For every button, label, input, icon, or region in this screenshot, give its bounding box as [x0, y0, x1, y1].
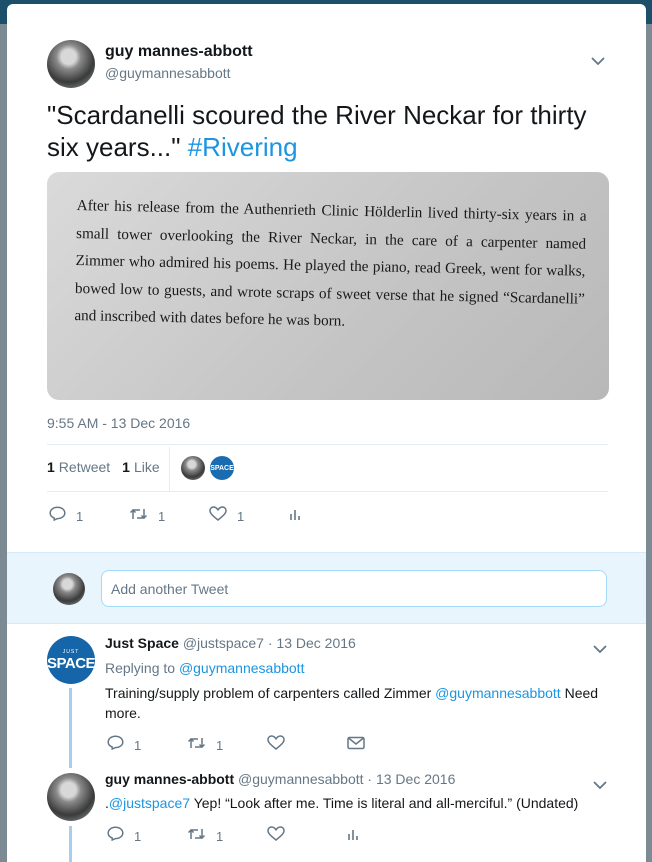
reply-author-name[interactable]: guy mannes-abbott: [105, 771, 234, 787]
mention-link[interactable]: @guymannesabbott: [435, 685, 561, 701]
reply-author-handle[interactable]: @justspace7: [183, 635, 264, 651]
like-button[interactable]: [267, 826, 347, 846]
reply-date[interactable]: · 13 Dec 2016: [268, 635, 356, 651]
retweet-stat-label: Retweet: [58, 459, 111, 475]
avatar[interactable]: [181, 456, 205, 480]
tweet-header: guy mannes-abbott @guymannesabbott: [47, 40, 253, 88]
reply-header: Just Space @justspace7 · 13 Dec 2016: [105, 635, 356, 651]
reply-count: 1: [134, 737, 142, 753]
like-count: 1: [237, 508, 245, 524]
reply-text: .@justspace7 Yep! “Look after me. Time i…: [105, 793, 615, 813]
tweet-stats: 1 Retweet 1 Like: [47, 459, 172, 475]
like-button[interactable]: 1: [209, 506, 289, 526]
retweet-button[interactable]: 1: [129, 507, 209, 526]
chevron-down-icon[interactable]: [593, 642, 607, 657]
backdrop-right: [646, 24, 652, 862]
mention-link[interactable]: @justspace7: [109, 795, 190, 811]
divider: [47, 491, 608, 492]
retweet-icon: [187, 736, 206, 755]
avatar-big-text: SPACE: [46, 654, 96, 672]
reply-text-part: Yep! “Look after me. Time is literal and…: [193, 795, 579, 811]
analytics-icon: [347, 827, 359, 846]
reply-icon: [49, 506, 66, 526]
stats-separator: [169, 447, 170, 491]
retweet-button[interactable]: 1: [187, 736, 267, 755]
envelope-icon: [347, 736, 365, 755]
reply-text-part: Training/supply problem of carpenters ca…: [105, 685, 432, 701]
author-info: guy mannes-abbott @guymannesabbott: [105, 43, 253, 88]
reply-text: Training/supply problem of carpenters ca…: [105, 683, 615, 723]
like-stat-label: Like: [133, 459, 160, 475]
retweet-count: 1: [216, 737, 224, 753]
analytics-icon: [289, 507, 301, 526]
reply-count: 1: [76, 508, 84, 524]
tweet-timestamp[interactable]: 9:55 AM - 13 Dec 2016: [47, 415, 190, 431]
hashtag-link[interactable]: #Rivering: [188, 132, 298, 162]
reply-count: 1: [134, 828, 142, 844]
reply-text-part: Need: [564, 685, 599, 701]
tweet-body: "Scardanelli scoured the River Neckar fo…: [47, 100, 587, 162]
retweet-stat-count: 1: [47, 459, 55, 475]
reply-date[interactable]: · 13 Dec 2016: [367, 771, 455, 787]
chevron-down-icon[interactable]: [591, 54, 605, 69]
like-stat[interactable]: 1 Like: [122, 459, 159, 475]
retweet-icon: [129, 507, 148, 526]
replying-to-link[interactable]: @guymannesabbott: [179, 660, 305, 676]
author-name[interactable]: guy mannes-abbott: [105, 43, 253, 61]
tweet-photo[interactable]: After his release from the Authenrieth C…: [47, 172, 609, 400]
liker-avatars: SPACE: [181, 456, 239, 480]
avatar-badge-text: SPACE: [210, 464, 234, 472]
reply-icon: [107, 735, 124, 755]
tweet-modal: guy mannes-abbott @guymannesabbott "Scar…: [7, 4, 646, 862]
reply-author-name[interactable]: Just Space: [105, 635, 179, 651]
avatar[interactable]: SPACE: [210, 456, 234, 480]
thread-line: [69, 826, 72, 862]
reply-button[interactable]: 1: [107, 826, 187, 846]
replying-to: Replying to @guymannesabbott: [105, 658, 615, 678]
retweet-count: 1: [216, 828, 224, 844]
tweet-actions: 1 1 1: [49, 506, 311, 526]
heart-icon: [267, 735, 285, 755]
like-button[interactable]: [267, 735, 347, 755]
analytics-button[interactable]: [289, 507, 311, 526]
tweet-text: "Scardanelli scoured the River Neckar fo…: [47, 99, 607, 163]
retweet-count: 1: [158, 508, 166, 524]
analytics-button[interactable]: [347, 827, 369, 846]
heart-icon: [267, 826, 285, 846]
reply-icon: [107, 826, 124, 846]
author-handle[interactable]: @guymannesabbott: [105, 65, 253, 81]
reply-header: guy mannes-abbott @guymannesabbott · 13 …: [105, 771, 455, 787]
chevron-down-icon[interactable]: [593, 778, 607, 793]
avatar: [53, 573, 85, 605]
photo-caption-text: After his release from the Authenrieth C…: [74, 196, 587, 330]
reply-input[interactable]: Add another Tweet: [101, 570, 607, 607]
heart-icon: [209, 506, 227, 526]
reply-composer: Add another Tweet: [7, 552, 646, 624]
dm-button[interactable]: [347, 736, 375, 755]
reply-button[interactable]: 1: [107, 735, 187, 755]
reply-actions: 1 1: [107, 826, 369, 846]
reply-text-part: more.: [105, 705, 141, 721]
backdrop-left: [0, 24, 7, 862]
avatar[interactable]: JUST SPACE: [46, 636, 96, 684]
retweet-stat[interactable]: 1 Retweet: [47, 459, 110, 475]
thread-line: [69, 688, 72, 768]
avatar[interactable]: [47, 40, 95, 88]
replying-prefix: Replying to: [105, 660, 176, 676]
retweet-icon: [187, 827, 206, 846]
reply-actions: 1 1: [107, 735, 375, 755]
like-stat-count: 1: [122, 459, 130, 475]
reply-author-handle[interactable]: @guymannesabbott: [238, 771, 364, 787]
reply-button[interactable]: 1: [49, 506, 129, 526]
avatar[interactable]: [47, 773, 95, 821]
divider: [47, 444, 608, 445]
retweet-button[interactable]: 1: [187, 827, 267, 846]
